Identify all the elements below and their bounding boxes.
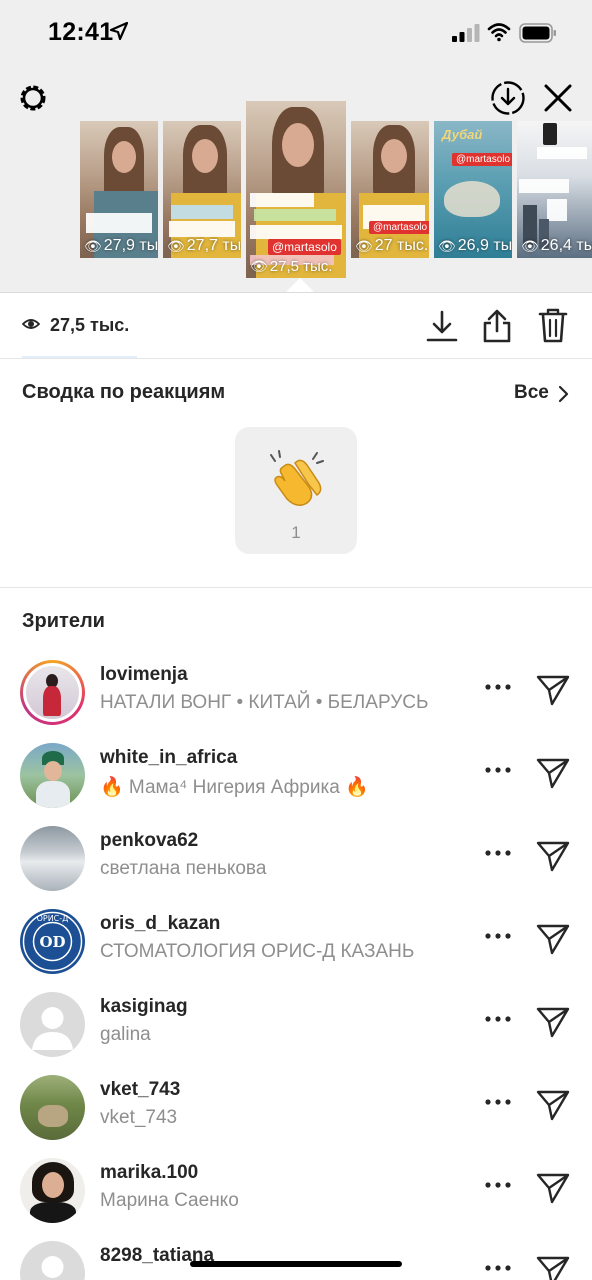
send-message-icon[interactable] (536, 923, 570, 955)
viewer-username[interactable]: penkova62 (100, 830, 198, 852)
story-thumbnail[interactable]: @martasolo 👁 27 тыс. (351, 121, 429, 258)
viewer-username[interactable]: white_in_africa (100, 747, 237, 769)
avatar[interactable]: ОРИС-Д OD (20, 909, 85, 974)
more-options-icon[interactable] (484, 1012, 512, 1026)
selected-story-pointer (286, 278, 314, 292)
share-icon[interactable] (481, 307, 513, 343)
eye-icon: 👁 (438, 237, 456, 254)
story-views: 26,4 тыс. (540, 237, 592, 254)
clapping-hands-icon (270, 450, 324, 506)
company-logo: ОРИС-Д OD (22, 911, 83, 972)
story-title-text: Дубай (442, 127, 483, 142)
close-icon[interactable] (542, 82, 574, 114)
eye-icon: 👁 (521, 237, 539, 254)
story-stats-row: 27,5 тыс. (0, 292, 592, 358)
reaction-count: 1 (291, 523, 301, 542)
default-avatar-icon[interactable] (20, 992, 85, 1057)
logo-ring-text: ОРИС-Д (37, 914, 69, 923)
eye-icon: 👁 (84, 237, 102, 254)
story-views: 27,5 тыс. (269, 258, 333, 275)
more-options-icon[interactable] (484, 763, 512, 777)
viewer-row[interactable]: ОРИС-Д OD oris_d_kazan СТОМАТОЛОГИЯ ОРИС… (0, 903, 592, 986)
send-message-icon[interactable] (536, 674, 570, 706)
viewer-fullname: НАТАЛИ ВОНГ • КИТАЙ • БЕЛАРУСЬ (100, 692, 429, 713)
story-thumbnail[interactable]: Дубай @martasolo 👁26,9 тыс. (434, 121, 512, 258)
avatar[interactable] (20, 826, 85, 891)
send-message-icon[interactable] (536, 840, 570, 872)
more-options-icon[interactable] (484, 1178, 512, 1192)
avatar[interactable] (20, 743, 85, 808)
status-bar: 12:41 (0, 0, 592, 64)
viewer-username[interactable]: vket_743 (100, 1079, 180, 1101)
more-options-icon[interactable] (484, 680, 512, 694)
home-indicator[interactable] (190, 1261, 402, 1267)
avatar[interactable] (20, 660, 85, 725)
logo-text: OD (39, 933, 65, 951)
viewer-username[interactable]: kasiginag (100, 996, 188, 1018)
story-views: 27,7 тыс. (186, 237, 241, 254)
story-views: 26,9 тыс. (457, 237, 512, 254)
wifi-icon (487, 23, 511, 42)
viewer-fullname: светлана пенькова (100, 858, 267, 879)
avatar[interactable] (20, 1075, 85, 1140)
views-count[interactable]: 27,5 тыс. (50, 315, 129, 336)
viewer-row[interactable]: 8298_tatiana (0, 1235, 592, 1280)
cellular-signal-icon (452, 24, 480, 42)
viewer-row[interactable]: marika.100 Марина Саенко (0, 1152, 592, 1235)
viewer-row[interactable]: penkova62 светлана пенькова (0, 820, 592, 903)
viewer-fullname: vket_743 (100, 1107, 178, 1128)
location-arrow-icon (110, 22, 128, 40)
more-options-icon[interactable] (484, 929, 512, 943)
send-message-icon[interactable] (536, 1172, 570, 1204)
viewer-username[interactable]: marika.100 (100, 1162, 198, 1184)
viewer-username[interactable]: lovimenja (100, 664, 188, 686)
trash-icon[interactable] (537, 307, 569, 343)
default-avatar-icon[interactable] (20, 1241, 85, 1280)
eye-icon: 👁 (167, 237, 185, 254)
more-options-icon[interactable] (484, 1261, 512, 1275)
reaction-card[interactable]: 1 (235, 427, 357, 554)
viewer-fullname: 🔥 Мама⁴ Нигерия Африка 🔥 (100, 777, 369, 798)
battery-icon (519, 23, 556, 43)
story-thumbnail[interactable]: 👁27,7 тыс. (163, 121, 241, 258)
reactions-all-link[interactable]: Все (514, 382, 549, 404)
eye-icon: 👁 (355, 237, 373, 254)
viewer-row[interactable]: lovimenja НАТАЛИ ВОНГ • КИТАЙ • БЕЛАРУСЬ (0, 654, 592, 737)
story-thumbnail[interactable]: 👁27,9 тыс. (80, 121, 158, 258)
eye-icon (22, 319, 40, 329)
more-options-icon[interactable] (484, 1095, 512, 1109)
viewer-username[interactable]: oris_d_kazan (100, 913, 220, 935)
story-mention-tag: @martasolo (452, 153, 512, 166)
story-views: 27 тыс. (374, 237, 429, 254)
viewer-fullname: Марина Саенко (100, 1190, 239, 1211)
avatar[interactable] (20, 1158, 85, 1223)
download-icon[interactable] (426, 309, 458, 343)
send-message-icon[interactable] (536, 1006, 570, 1038)
viewer-row[interactable]: vket_743 vket_743 (0, 1069, 592, 1152)
story-mention-tag: @martasolo (369, 221, 429, 234)
send-message-icon[interactable] (536, 757, 570, 789)
more-options-icon[interactable] (484, 846, 512, 860)
status-time: 12:41 (48, 18, 114, 46)
settings-gear-icon[interactable] (16, 81, 50, 115)
viewers-title: Зрители (22, 610, 105, 632)
story-thumbnail[interactable]: 👁26,4 тыс. (517, 121, 592, 258)
viewer-fullname: СТОМАТОЛОГИЯ ОРИС-Д КАЗАНЬ (100, 941, 415, 962)
send-message-icon[interactable] (536, 1255, 570, 1280)
eye-icon: 👁 (250, 258, 268, 274)
divider (0, 587, 592, 588)
viewer-row[interactable]: kasiginag galina (0, 986, 592, 1069)
story-thumbnail-selected[interactable]: @martasolo 👁 27,5 тыс. (246, 101, 346, 278)
divider (0, 358, 592, 359)
viewer-fullname: galina (100, 1024, 151, 1045)
story-strip-area: 👁27,9 тыс. 👁27,7 тыс. @martasolo 👁27,5 т… (0, 64, 592, 292)
send-message-icon[interactable] (536, 1089, 570, 1121)
viewer-row[interactable]: white_in_africa 🔥 Мама⁴ Нигерия Африка 🔥 (0, 737, 592, 820)
chevron-right-icon[interactable] (557, 385, 569, 403)
reactions-summary-title: Сводка по реакциям (22, 381, 226, 403)
save-story-icon[interactable] (490, 80, 526, 116)
story-views: 27,9 тыс. (103, 237, 158, 254)
story-mention-tag: @martasolo (268, 239, 341, 255)
